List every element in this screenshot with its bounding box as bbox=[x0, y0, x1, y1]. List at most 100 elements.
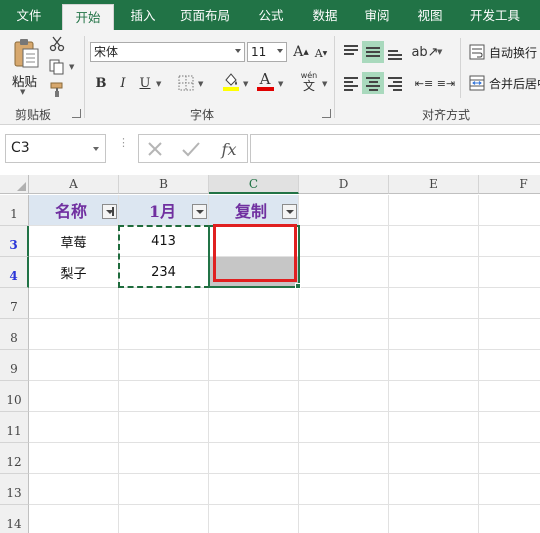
filter-dropdown-icon[interactable] bbox=[192, 204, 207, 219]
gridline bbox=[29, 504, 540, 505]
shrink-font-icon[interactable]: A ▼ bbox=[313, 44, 329, 62]
fill-color-dropdown-icon[interactable]: ▼ bbox=[243, 80, 248, 88]
row-header-10[interactable]: 10 bbox=[0, 381, 29, 412]
group-separator bbox=[84, 36, 85, 118]
tab-review[interactable]: 审阅 bbox=[354, 0, 400, 30]
underline-dropdown-icon[interactable]: ▼ bbox=[156, 80, 161, 88]
enter-icon[interactable] bbox=[181, 139, 201, 159]
copy-dropdown-icon[interactable]: ▼ bbox=[69, 63, 74, 71]
gridline bbox=[29, 473, 540, 474]
font-name-select[interactable]: 宋体 bbox=[90, 42, 245, 62]
name-box-value: C3 bbox=[11, 140, 30, 156]
column-header-f[interactable]: F bbox=[479, 175, 540, 194]
borders-icon[interactable] bbox=[176, 73, 196, 93]
align-center-button[interactable] bbox=[362, 72, 384, 94]
orientation-icon[interactable]: ab↗ bbox=[411, 42, 438, 62]
cut-icon[interactable] bbox=[47, 35, 67, 53]
row-header-7[interactable]: 7 bbox=[0, 288, 29, 319]
bold-button[interactable]: B bbox=[92, 72, 110, 94]
borders-dropdown-icon[interactable]: ▼ bbox=[198, 80, 203, 88]
italic-button[interactable]: I bbox=[114, 72, 132, 94]
cancel-icon[interactable] bbox=[145, 139, 165, 159]
header-cell-name[interactable]: 名称 bbox=[29, 195, 118, 225]
fill-color-icon[interactable] bbox=[220, 70, 242, 92]
filter-applied-icon[interactable] bbox=[102, 204, 117, 219]
ribbon: 粘贴 ▼ ▼ 剪贴板 宋体 11 A ▲ A ▼ B I U ▼ ▼ ▼ A ▼… bbox=[0, 30, 540, 125]
select-all-corner[interactable] bbox=[0, 175, 29, 194]
shrink-font-glyph: A bbox=[314, 46, 323, 60]
font-color-dropdown-icon[interactable]: ▼ bbox=[278, 80, 283, 88]
row-header-11[interactable]: 11 bbox=[0, 412, 29, 443]
row-header-13[interactable]: 13 bbox=[0, 474, 29, 505]
row-header-4[interactable]: 4 bbox=[0, 257, 29, 288]
group-separator bbox=[334, 36, 335, 118]
font-color-glyph: A bbox=[259, 70, 271, 88]
fill-handle[interactable] bbox=[295, 283, 301, 289]
chevron-down-icon bbox=[277, 49, 283, 53]
underline-button[interactable]: U bbox=[136, 72, 154, 94]
filter-dropdown-icon[interactable] bbox=[282, 204, 297, 219]
align-middle-button[interactable] bbox=[362, 41, 384, 63]
phonetic-bottom-text: 文 bbox=[302, 79, 315, 93]
decrease-indent-icon[interactable]: ⇤≡ bbox=[414, 73, 434, 93]
tab-page-layout[interactable]: 页面布局 bbox=[172, 0, 238, 30]
header-jan-text: 1月 bbox=[149, 202, 177, 221]
column-header-c[interactable]: C bbox=[209, 175, 299, 194]
header-cell-jan[interactable]: 1月 bbox=[119, 195, 208, 225]
cell-a4[interactable]: 梨子 bbox=[29, 257, 118, 287]
header-cell-copy[interactable]: 复制 bbox=[209, 195, 298, 225]
align-top-button[interactable] bbox=[340, 41, 362, 63]
phonetic-dropdown-icon[interactable]: ▼ bbox=[322, 80, 327, 88]
font-size-select[interactable]: 11 bbox=[247, 42, 287, 62]
row-header-3[interactable]: 3 bbox=[0, 226, 29, 257]
row-header-9[interactable]: 9 bbox=[0, 350, 29, 381]
column-header-b[interactable]: B bbox=[119, 175, 209, 194]
tab-data[interactable]: 数据 bbox=[302, 0, 348, 30]
merge-center-button[interactable]: 合并后居中 bbox=[489, 75, 540, 92]
phonetic-guide-icon[interactable]: wén 文 bbox=[297, 70, 321, 94]
wrap-text-button[interactable]: 自动换行 bbox=[489, 44, 537, 61]
formula-input[interactable] bbox=[250, 134, 540, 163]
copy-marquee bbox=[118, 225, 210, 288]
column-header-a[interactable]: A bbox=[29, 175, 119, 194]
increase-indent-icon[interactable]: ≡⇥ bbox=[436, 73, 456, 93]
row-header-12[interactable]: 12 bbox=[0, 443, 29, 474]
orientation-dropdown-icon[interactable]: ▼ bbox=[437, 48, 442, 56]
column-header-d[interactable]: D bbox=[299, 175, 389, 194]
grow-font-icon[interactable]: A ▲ bbox=[292, 42, 310, 62]
align-right-button[interactable] bbox=[384, 72, 406, 94]
merge-center-icon[interactable] bbox=[468, 74, 486, 92]
spreadsheet-grid[interactable]: A B C D E F 1 3 4 7 8 9 10 11 12 13 14 名… bbox=[0, 175, 540, 533]
column-header-e[interactable]: E bbox=[389, 175, 479, 194]
row-header-1[interactable]: 1 bbox=[0, 195, 29, 226]
tab-insert[interactable]: 插入 bbox=[118, 0, 168, 30]
align-left-button[interactable] bbox=[340, 72, 362, 94]
tab-view[interactable]: 视图 bbox=[407, 0, 453, 30]
header-copy-text: 复制 bbox=[235, 202, 268, 221]
font-color-icon[interactable]: A bbox=[254, 69, 276, 93]
wrap-text-icon[interactable] bbox=[468, 43, 486, 61]
tab-developer[interactable]: 开发工具 bbox=[462, 0, 528, 30]
align-bottom-button[interactable] bbox=[384, 41, 406, 63]
paste-dropdown-icon[interactable]: ▼ bbox=[20, 88, 25, 96]
name-box[interactable]: C3 bbox=[5, 134, 106, 163]
row-header-14[interactable]: 14 bbox=[0, 505, 29, 533]
cell-a3[interactable]: 草莓 bbox=[29, 226, 118, 256]
paste-icon[interactable] bbox=[10, 36, 42, 70]
tab-home[interactable]: 开始 bbox=[62, 4, 114, 30]
tab-file[interactable]: 文件 bbox=[0, 0, 58, 30]
font-size-value: 11 bbox=[251, 45, 267, 59]
tab-formulas[interactable]: 公式 bbox=[248, 0, 294, 30]
formula-bar-grip-icon: ⋮ bbox=[118, 136, 129, 149]
formula-buttons: fx bbox=[138, 134, 248, 163]
gridline bbox=[29, 318, 540, 319]
chevron-down-icon bbox=[235, 49, 241, 53]
insert-function-icon[interactable]: fx bbox=[217, 138, 241, 160]
copy-icon[interactable] bbox=[47, 58, 67, 76]
font-launcher-icon[interactable] bbox=[322, 109, 331, 118]
format-painter-icon[interactable] bbox=[47, 81, 67, 99]
gridline bbox=[29, 411, 540, 412]
clipboard-launcher-icon[interactable] bbox=[72, 109, 81, 118]
row-header-8[interactable]: 8 bbox=[0, 319, 29, 350]
header-name-text: 名称 bbox=[55, 202, 88, 221]
